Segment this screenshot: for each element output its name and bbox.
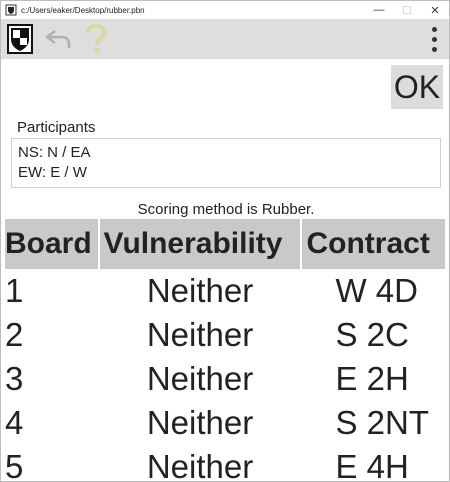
contract-cell: E 4H [335,448,409,482]
close-button[interactable]: ✕ [421,1,449,19]
app-window: c:/Users/eaker/Desktop/rubber.pbn — ☐ ✕ [0,0,450,482]
board-cell: 3 [5,360,24,397]
participants-label: Participants [17,119,96,136]
toolbar [1,19,449,59]
scoring-method-text: Scoring method is Rubber. [137,201,315,218]
vulnerability-cell: Neither [146,316,254,353]
column-header-contract[interactable]: Contract [301,219,447,269]
table-row[interactable]: 2 Neither S 2C [5,313,446,357]
vulnerability-cell: Neither [146,448,254,482]
contract-cell: E 2H [335,360,409,397]
help-button[interactable] [81,23,111,55]
undo-icon [44,30,71,48]
participants-box: NS: N / EA EW: E / W [11,138,441,188]
window-title: c:/Users/eaker/Desktop/rubber.pbn [21,5,145,15]
column-header-board[interactable]: Board [5,219,100,269]
vulnerability-cell: Neither [146,272,254,309]
contract-cell: S 2C [335,316,409,353]
title-bar[interactable]: c:/Users/eaker/Desktop/rubber.pbn — ☐ ✕ [1,1,449,19]
minimize-button[interactable]: — [365,1,393,19]
vulnerability-cell: Neither [146,404,254,441]
board-cell: 5 [5,448,24,482]
window-controls: — ☐ ✕ [365,1,449,19]
results-table[interactable]: Board Vulnerability Contract 1 Neither W… [5,219,447,482]
table-row[interactable]: 5 Neither E 4H [5,445,446,482]
shield-button[interactable] [5,23,35,55]
table-row[interactable]: 4 Neither S 2NT [5,401,446,445]
undo-button[interactable] [43,23,73,55]
table-header-row: Board Vulnerability Contract [5,219,447,269]
ok-button[interactable]: OK [391,65,443,109]
participants-ns: NS: N / EA [18,144,91,161]
column-header-vulnerability[interactable]: Vulnerability [98,219,303,269]
table-row[interactable]: 3 Neither E 2H [5,357,446,401]
participants-ew: EW: E / W [18,164,87,181]
help-icon [86,23,107,53]
board-cell: 2 [5,316,24,353]
vulnerability-cell: Neither [146,360,254,397]
shield-icon [7,24,33,54]
board-cell: 4 [5,404,24,441]
more-vert-icon[interactable] [425,23,443,55]
maximize-button[interactable]: ☐ [393,1,421,19]
table-row[interactable]: 1 Neither W 4D [5,269,446,313]
board-cell: 1 [5,272,24,309]
contract-cell: W 4D [335,272,418,309]
app-icon [5,4,17,16]
dialog-content: OK Participants NS: N / EA EW: E / W Sco… [5,63,447,482]
contract-cell: S 2NT [335,404,430,441]
